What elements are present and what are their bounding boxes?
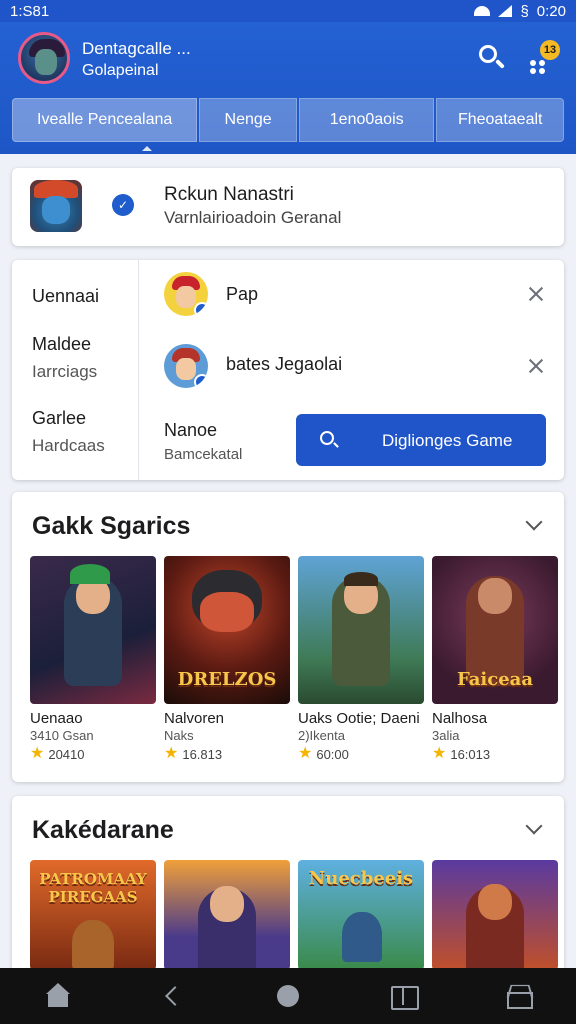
- tab-3[interactable]: 1eno0aois: [298, 98, 435, 142]
- featured-title: Rckun Nanastri: [164, 184, 294, 205]
- signal-icon: [498, 5, 513, 17]
- game-card[interactable]: [432, 860, 558, 970]
- game-rating: ★ 16:013: [432, 746, 490, 762]
- game-card[interactable]: DRELZOS Nalvoren Naks ★ 16.813: [164, 556, 290, 762]
- star-icon: ★: [298, 745, 313, 762]
- section-title: Gakk Sgarics: [32, 512, 191, 540]
- tab-1[interactable]: Ivealle Pencealana: [12, 98, 198, 142]
- brand-block: Dentagcalle ... Golapeinal: [82, 38, 191, 82]
- game-card[interactable]: Faiceaa Nalhosa 3alia ★ 16:013: [432, 556, 558, 762]
- profile-avatar[interactable]: [18, 32, 70, 84]
- game-meta: Naks: [164, 728, 194, 743]
- close-icon[interactable]: [526, 284, 546, 304]
- close-icon[interactable]: [526, 356, 546, 376]
- game-meta: 3410 Gsan: [30, 728, 94, 743]
- game-title: Uaks Ootie; Daeni: [298, 710, 420, 727]
- game-card[interactable]: Uaks Ootie; Daeni 2)Ikenta ★ 60:00: [298, 556, 424, 762]
- filter-category-3-sub: Hardcaas: [32, 436, 105, 455]
- chevron-down-icon[interactable]: [525, 513, 543, 531]
- game-cover-title: Faiceaa: [456, 669, 534, 690]
- game-rating: ★ 20410: [30, 746, 85, 762]
- wifi-icon: [474, 6, 491, 16]
- notification-badge: 13: [540, 40, 560, 60]
- rating-value: 60:00: [316, 746, 349, 762]
- filter-divider: [138, 260, 139, 480]
- game-cover-title: DRELZOS: [177, 669, 277, 690]
- game-card[interactable]: Uenaao 3410 Gsan ★ 20410: [30, 556, 156, 762]
- featured-card[interactable]: ✓ Rckun Nanastri Varnlairioadoin Geranal: [12, 168, 564, 246]
- filter-panel: Uennaai Maldee Iarrciags Garlee Hardcaas…: [12, 260, 564, 480]
- chip-avatar-2: [164, 344, 208, 388]
- game-rating: ★ 16.813: [164, 746, 222, 762]
- search-icon: [320, 431, 334, 445]
- avatar-face: [35, 49, 57, 75]
- discover-games-button[interactable]: Diglionges Game: [296, 414, 546, 466]
- sort-label: Nanoe: [164, 420, 218, 440]
- section-title: Kakédarane: [32, 816, 174, 844]
- sort-sub-label: Bamcekatal: [164, 446, 243, 463]
- verified-icon: ✓: [112, 194, 134, 216]
- chip-label-2[interactable]: bates Jegaolai: [226, 354, 342, 375]
- tab-2[interactable]: Nenge: [199, 98, 297, 142]
- system-nav-bar: [0, 968, 576, 1024]
- app-title: Dentagcalle ...: [82, 39, 191, 58]
- game-title: Uenaao: [30, 710, 83, 727]
- featured-subtitle: Varnlairioadoin Geranal: [164, 208, 342, 227]
- rating-value: 20410: [48, 746, 85, 762]
- tab-4[interactable]: Fheoataealt: [436, 98, 564, 142]
- library-icon[interactable]: [388, 981, 420, 1011]
- rating-value: 16:013: [450, 746, 491, 762]
- featured-thumbnail: [30, 180, 82, 232]
- game-cover: Faiceaa: [432, 556, 558, 704]
- status-clock: 0:20: [536, 2, 566, 20]
- discover-games-label: Diglionges Game: [382, 431, 513, 450]
- status-time: 1:S81: [10, 2, 50, 20]
- game-cover-title: PATROMAAY PIREGAAS: [39, 870, 147, 906]
- rating-value: 16.813: [182, 746, 223, 762]
- game-cover-title: Nuecbeeis: [308, 868, 414, 889]
- inbox-icon[interactable]: [503, 981, 534, 1011]
- star-icon: ★: [432, 745, 447, 762]
- chip-label-1[interactable]: Pap: [226, 284, 258, 305]
- game-cover: DRELZOS: [164, 556, 290, 704]
- battery-icon: §: [520, 2, 529, 20]
- filter-category-2-sub: Iarrciags: [32, 362, 98, 381]
- notifications-button[interactable]: 13: [526, 40, 562, 76]
- category-tabs: Ivealle Pencealana Nenge 1eno0aois Fheoa…: [12, 98, 564, 142]
- star-icon: ★: [30, 745, 45, 762]
- status-icons: § 0:20: [474, 3, 566, 20]
- active-tab-indicator: [142, 146, 152, 151]
- game-rating: ★ 60:00: [298, 746, 349, 762]
- app-subtitle: Golapeinal: [82, 62, 159, 79]
- game-meta: 2)Ikenta: [298, 728, 345, 743]
- game-title: Nalhosa: [432, 710, 488, 727]
- game-card[interactable]: PATROMAAY PIREGAAS: [30, 860, 156, 970]
- game-cover: [30, 556, 156, 704]
- game-cover: PATROMAAY PIREGAAS: [30, 860, 156, 970]
- star-icon: ★: [164, 745, 179, 762]
- back-icon[interactable]: [158, 981, 188, 1011]
- filter-category-3[interactable]: Garlee: [32, 408, 86, 429]
- status-bar: 1:S81 § 0:20: [0, 0, 576, 22]
- chip-avatar-1: [164, 272, 208, 316]
- chevron-down-icon[interactable]: [525, 817, 543, 835]
- game-card[interactable]: Nuecbeeis: [298, 860, 424, 970]
- game-cover: Nuecbeeis: [298, 860, 424, 970]
- filter-category-1[interactable]: Uennaai: [32, 286, 99, 307]
- game-title: Nalvoren: [164, 710, 225, 727]
- game-cover: [298, 556, 424, 704]
- game-cover: [164, 860, 290, 970]
- home-icon[interactable]: [43, 981, 73, 1011]
- game-meta: 3alia: [432, 728, 460, 743]
- search-button[interactable]: [476, 42, 508, 74]
- game-section-1: Gakk Sgarics Uenaao 3410 Gsan ★ 20410 DRE…: [12, 492, 564, 782]
- home-circle-icon[interactable]: [273, 981, 303, 1011]
- game-card[interactable]: [164, 860, 290, 970]
- filter-category-2[interactable]: Maldee: [32, 334, 91, 355]
- game-cover: [432, 860, 558, 970]
- app-header: Dentagcalle ... Golapeinal 13 Ivealle Pe…: [0, 22, 576, 154]
